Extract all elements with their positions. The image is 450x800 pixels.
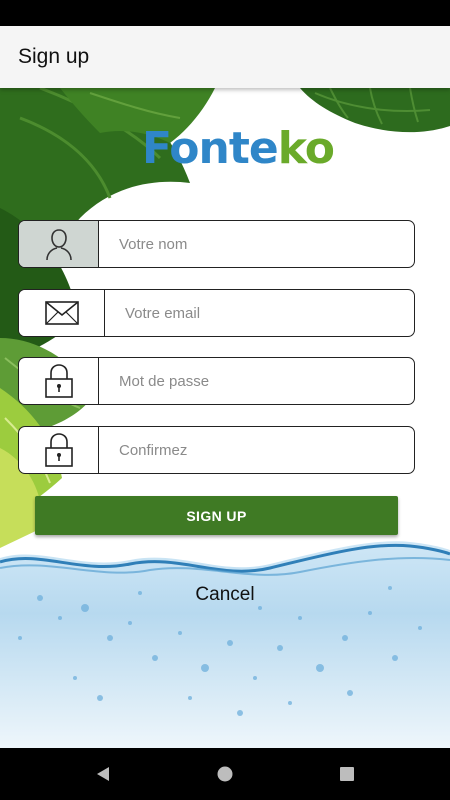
lock-icon bbox=[19, 427, 99, 473]
email-field bbox=[18, 289, 415, 337]
cancel-button[interactable]: Cancel bbox=[0, 584, 450, 606]
water-background bbox=[0, 541, 450, 748]
name-field bbox=[18, 220, 415, 268]
confirm-password-input[interactable] bbox=[99, 427, 414, 473]
page-title: Sign up bbox=[18, 45, 90, 68]
user-icon bbox=[19, 221, 99, 267]
signup-screen: Fonteko Votre nom Votre email SIGN UP Ca… bbox=[0, 88, 450, 748]
lock-icon bbox=[19, 358, 99, 404]
confirm-password-field bbox=[18, 426, 415, 474]
recents-icon[interactable] bbox=[336, 763, 358, 785]
back-icon[interactable] bbox=[92, 763, 114, 785]
email-input[interactable] bbox=[105, 290, 414, 336]
password-field bbox=[18, 357, 415, 405]
fonteko-logo: Fonteko bbox=[142, 122, 335, 174]
name-input[interactable] bbox=[99, 221, 414, 267]
status-bar bbox=[0, 0, 450, 26]
password-input[interactable] bbox=[99, 358, 414, 404]
signup-button[interactable]: SIGN UP bbox=[35, 496, 398, 535]
system-navigation-bar bbox=[0, 748, 450, 800]
envelope-icon bbox=[19, 290, 105, 336]
app-bar: Sign up bbox=[0, 26, 450, 88]
home-icon[interactable] bbox=[214, 763, 236, 785]
